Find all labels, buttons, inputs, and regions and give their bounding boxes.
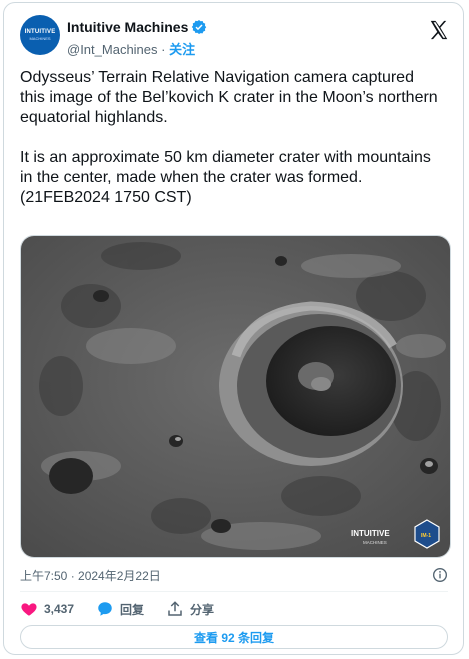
follow-button[interactable]: 关注 [169,42,195,57]
avatar[interactable]: INTUITIVE MACHINES [20,15,60,55]
timestamp-line: 上午7:50 · 2024年2月22日 [20,567,448,585]
tweet-text: Odysseus’ Terrain Relative Navigation ca… [20,68,440,208]
tweet-paragraph: It is an approximate 50 km diameter crat… [20,148,440,208]
watermark-text: INTUITIVE [351,529,390,538]
author-name-line: Intuitive Machines [67,19,207,35]
author-handle[interactable]: @Int_Machines [67,42,158,57]
x-logo-icon[interactable] [428,19,450,41]
share-icon [168,601,182,616]
author-name[interactable]: Intuitive Machines [67,19,188,35]
share-label: 分享 [190,602,215,617]
tweet-date-note: (21FEB2024 1750 CST) [20,189,192,206]
reply-bubble-icon [98,602,112,616]
view-replies-button[interactable]: 查看 92 条回复 [20,625,448,649]
avatar-logo-text: INTUITIVE [24,29,56,35]
tweet-card: INTUITIVE MACHINES Intuitive Machines @I… [3,2,464,655]
avatar-logo-subtext: MACHINES [29,36,51,41]
share-button[interactable]: 分享 [166,600,214,618]
likes-count: 3,437 [44,602,75,616]
separator-dot: · [161,42,166,57]
verified-badge-icon [192,20,207,34]
tweet-paragraph: Odysseus’ Terrain Relative Navigation ca… [20,69,438,126]
info-icon[interactable] [432,567,448,583]
timestamp[interactable]: 上午7:50 · 2024年2月22日 [20,569,161,583]
mission-badge-label: IM-1 [421,533,431,539]
heart-icon [21,603,37,616]
like-button[interactable]: 3,437 [20,600,74,618]
watermark-subtext: MACHINES [363,540,387,545]
divider [20,591,448,592]
tweet-header: INTUITIVE MACHINES Intuitive Machines @I… [20,15,450,59]
reply-button[interactable]: 回复 [96,600,144,618]
crater-photo[interactable]: INTUITIVE MACHINES IM-1 [20,235,451,558]
reply-label: 回复 [120,602,145,617]
crater-image: INTUITIVE MACHINES IM-1 [21,236,450,557]
action-bar: 3,437 回复 分享 [20,599,236,619]
author-handle-line: @Int_Machines · 关注 [67,39,195,58]
tweet-paragraph-text: It is an approximate 50 km diameter crat… [20,149,431,186]
